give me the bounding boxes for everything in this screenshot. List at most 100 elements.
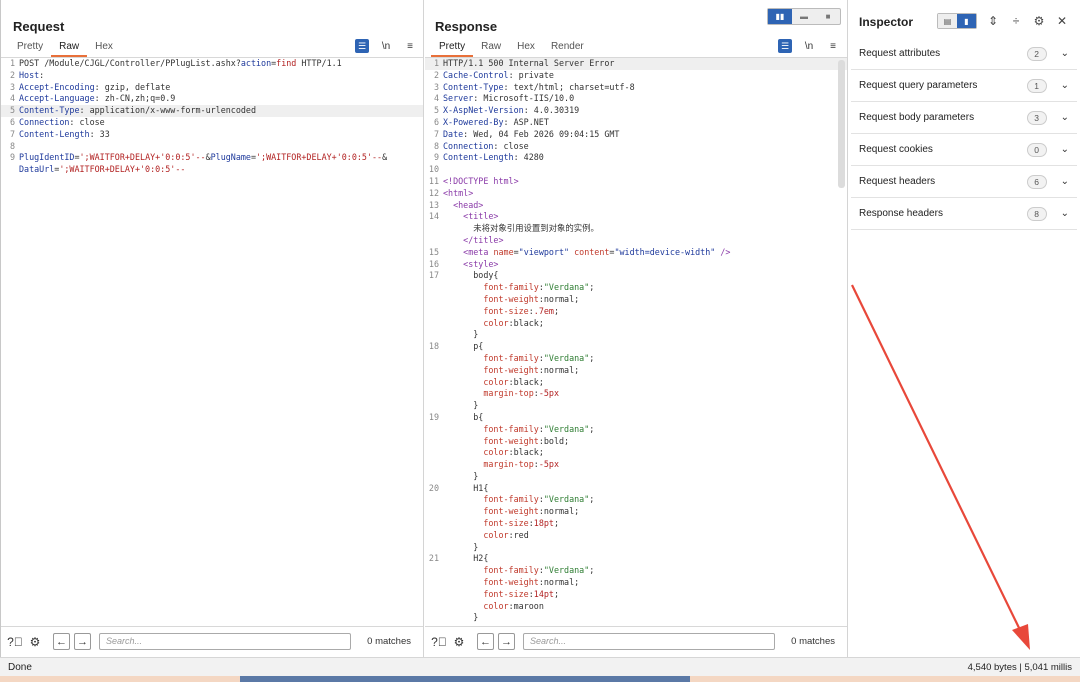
gear-icon[interactable]: ⚙ <box>27 634 43 650</box>
code-text: <head> <box>453 199 484 210</box>
response-code-line: 8 Connection: close <box>425 141 847 153</box>
inspector-section-request-query-parameters[interactable]: Request query parameters 1 ⌄ <box>851 70 1077 102</box>
inspector-section-request-body-parameters[interactable]: Request body parameters 3 ⌄ <box>851 102 1077 134</box>
response-code-line: font-size:14pt; <box>425 589 847 601</box>
request-code-line: 6 Connection: close <box>1 117 423 129</box>
response-code-line: 17 body{ <box>425 270 847 282</box>
line-number <box>425 365 443 377</box>
request-tab-pretty[interactable]: Pretty <box>9 41 51 57</box>
wrap-lines-icon[interactable]: ☰ <box>355 39 369 53</box>
collapse-all-icon[interactable]: ÷ <box>1009 14 1023 28</box>
close-icon[interactable]: ✕ <box>1055 14 1069 28</box>
show-newlines-button[interactable]: \n <box>379 39 393 53</box>
inspector-layout-panel-icon[interactable]: ▮ <box>957 14 976 28</box>
line-number: 14 <box>428 211 439 222</box>
layout-stacked-icon[interactable]: ▬ <box>792 9 816 24</box>
request-footer: ?⃝ ⚙ ← → Search... 0 matches <box>1 626 423 656</box>
inspector-layout-list-icon[interactable]: ▤ <box>938 14 957 28</box>
gear-icon[interactable]: ⚙ <box>1032 14 1046 28</box>
code-text: Content-Type: application/x-www-form-url… <box>19 105 256 116</box>
code-text: <!DOCTYPE html> <box>443 175 519 186</box>
inspector-sections: Request attributes 2 ⌄ Request query parame… <box>851 38 1077 230</box>
inspector-layout-toggle: ▤ ▮ <box>937 13 977 29</box>
code-text: color:maroon <box>483 600 544 611</box>
background-strip <box>0 676 1080 682</box>
response-editor[interactable]: 1 HTTP/1.1 500 Internal Server Error 2 Cach… <box>425 57 847 625</box>
response-tab-render[interactable]: Render <box>543 41 592 57</box>
response-tab-hex[interactable]: Hex <box>509 41 543 57</box>
show-newlines-button[interactable]: \n <box>802 39 816 53</box>
menu-icon[interactable]: ≡ <box>826 39 840 53</box>
prev-match-icon[interactable]: ← <box>477 633 494 650</box>
request-code-line: 5 Content-Type: application/x-www-form-ur… <box>1 105 423 117</box>
request-title: Request <box>13 19 65 34</box>
inspector-section-request-attributes[interactable]: Request attributes 2 ⌄ <box>851 38 1077 70</box>
line-number <box>425 306 443 318</box>
line-number: 1 <box>9 58 15 68</box>
next-match-icon[interactable]: → <box>498 633 515 650</box>
line-number <box>425 329 443 341</box>
status-text: Done <box>8 661 32 673</box>
section-count-badge: 8 <box>1026 206 1047 221</box>
section-label: Request headers <box>859 176 936 187</box>
code-text: font-weight:bold; <box>483 435 570 446</box>
line-number: 8 <box>9 140 15 151</box>
response-match-count: 0 matches <box>791 636 835 647</box>
response-pane: Response Pretty Raw Hex Render ☰ \n ≡ 1H… <box>425 0 848 657</box>
line-number: 2 <box>433 69 439 80</box>
line-number: 21 <box>428 553 439 564</box>
response-code-line: margin-top:-5px <box>425 459 847 471</box>
chevron-down-icon[interactable]: ⌄ <box>1061 208 1069 219</box>
chevron-down-icon[interactable]: ⌄ <box>1061 48 1069 59</box>
response-code-line: 4 Server: Microsoft-IIS/10.0 <box>425 93 847 105</box>
response-code-line: 16 <style> <box>425 259 847 271</box>
next-match-icon[interactable]: → <box>74 633 91 650</box>
code-text: HTTP/1.1 500 Internal Server Error <box>443 58 615 68</box>
code-text: DataUrl=';WAITFOR+DELAY+'0:0:5'-- <box>19 164 186 175</box>
section-label: Request body parameters <box>859 112 975 123</box>
request-search-input[interactable]: Search... <box>99 633 351 650</box>
response-search-input[interactable]: Search... <box>523 633 775 650</box>
code-text: Date: Wed, 04 Feb 2026 09:04:15 GMT <box>443 128 620 139</box>
gear-icon[interactable]: ⚙ <box>451 634 467 650</box>
inspector-section-response-headers[interactable]: Response headers 8 ⌄ <box>851 198 1077 230</box>
help-icon[interactable]: ?⃝ <box>7 634 23 650</box>
line-number <box>425 471 443 483</box>
inspector-section-request-cookies[interactable]: Request cookies 0 ⌄ <box>851 134 1077 166</box>
layout-side-by-side-icon[interactable]: ▮▮ <box>768 9 792 24</box>
inspector-toolbar: ▤ ▮ ⇕ ÷ ⚙ ✕ <box>937 13 1069 29</box>
section-count-badge: 6 <box>1026 174 1047 189</box>
chevron-down-icon[interactable]: ⌄ <box>1061 112 1069 123</box>
help-icon[interactable]: ?⃝ <box>431 634 447 650</box>
section-count-badge: 1 <box>1026 78 1047 93</box>
line-number <box>425 612 443 624</box>
response-code-line: font-weight:normal; <box>425 294 847 306</box>
code-text: Connection: close <box>19 116 105 127</box>
response-code-line: font-size:18pt; <box>425 518 847 530</box>
inspector-section-request-headers[interactable]: Request headers 6 ⌄ <box>851 166 1077 198</box>
response-scrollbar[interactable] <box>838 60 845 188</box>
wrap-lines-icon[interactable]: ☰ <box>778 39 792 53</box>
line-number <box>425 601 443 613</box>
response-code-line: font-family:"Verdana"; <box>425 565 847 577</box>
response-code-line: 18 p{ <box>425 341 847 353</box>
response-tab-raw[interactable]: Raw <box>473 41 509 57</box>
request-tab-raw[interactable]: Raw <box>51 41 88 57</box>
chevron-down-icon[interactable]: ⌄ <box>1061 176 1069 187</box>
request-tab-hex[interactable]: Hex <box>87 41 121 57</box>
response-tab-pretty[interactable]: Pretty <box>431 41 474 57</box>
layout-tabs-icon[interactable]: ■ <box>816 9 840 24</box>
line-number: 8 <box>433 140 439 151</box>
code-text: font-weight:normal; <box>483 577 580 588</box>
response-code-line: 12 <html> <box>425 188 847 200</box>
request-editor[interactable]: 1 POST /Module/CJGL/Controller/PPlugList.… <box>1 57 423 625</box>
code-text: font-size:14pt; <box>483 588 559 599</box>
expand-all-icon[interactable]: ⇕ <box>986 14 1000 28</box>
chevron-down-icon[interactable]: ⌄ <box>1061 80 1069 91</box>
chevron-down-icon[interactable]: ⌄ <box>1061 144 1069 155</box>
menu-icon[interactable]: ≡ <box>403 39 417 53</box>
prev-match-icon[interactable]: ← <box>53 633 70 650</box>
response-code-line: 10 <box>425 164 847 176</box>
code-text: font-family:"Verdana"; <box>483 423 595 434</box>
